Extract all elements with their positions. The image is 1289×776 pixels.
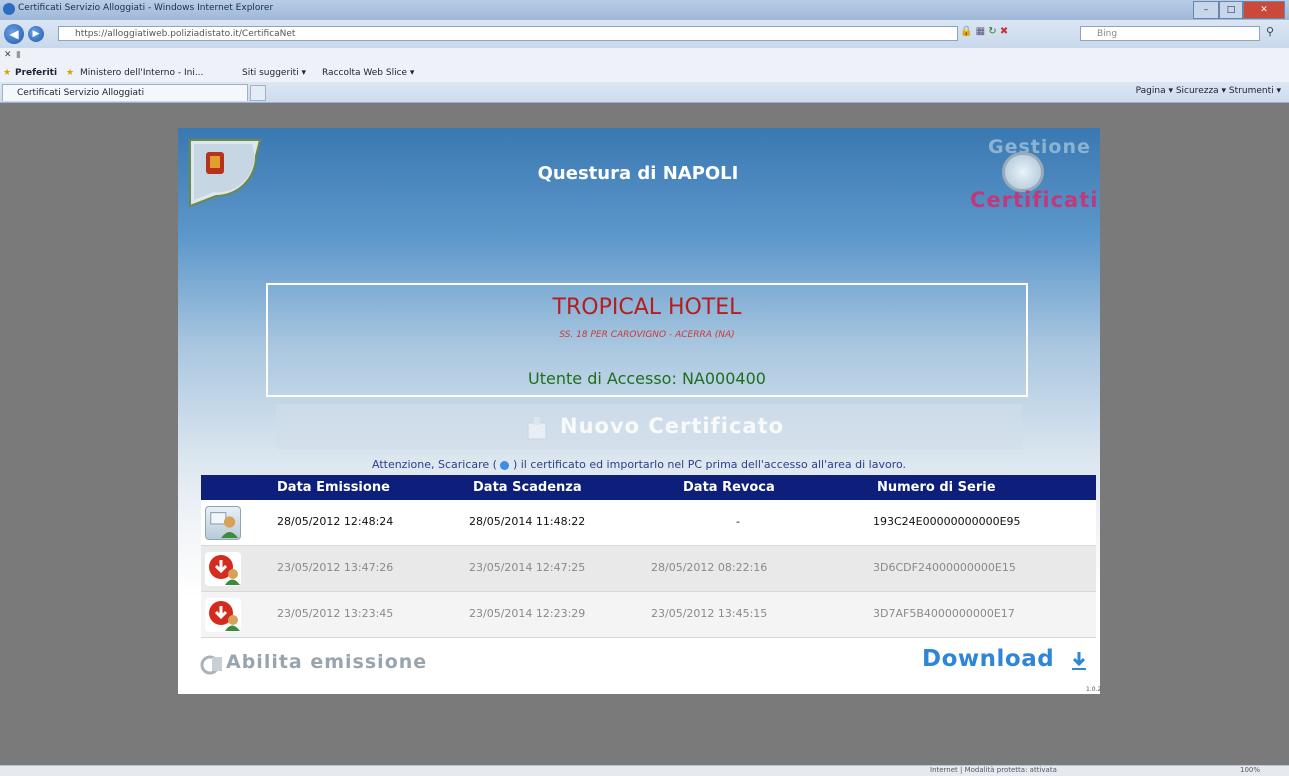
- enable-emission-button[interactable]: Abilita emissione: [226, 651, 427, 673]
- close-button[interactable]: ✕: [1243, 1, 1285, 19]
- cell-revocation: -: [736, 515, 740, 528]
- cell-serial: 3D6CDF24000000000E15: [873, 561, 1016, 574]
- cell-expiry: 28/05/2014 11:48:22: [469, 515, 586, 528]
- favorites-star-icon: ★: [3, 68, 12, 78]
- stop-icon[interactable]: ✖: [1000, 26, 1008, 37]
- address-tools: 🔒 ▦ ↻ ✖: [960, 26, 1060, 41]
- close-find-icon[interactable]: ✕: [4, 50, 12, 60]
- header-numero-serie: Numero di Serie: [877, 480, 996, 495]
- tab-label: Certificati Servizio Alloggiati: [17, 88, 145, 98]
- attention-text-before: Attenzione, Scaricare (: [371, 458, 497, 471]
- search-icon[interactable]: ⚲: [1266, 25, 1274, 38]
- page-tools-menu[interactable]: Pagina ▾ Sicurezza ▾ Strumenti ▾: [1136, 86, 1281, 96]
- attention-message: Attenzione, Scaricare ( ) il certificato…: [178, 458, 1100, 471]
- cell-emission: 23/05/2012 13:47:26: [277, 561, 394, 574]
- search-placeholder: Bing: [1097, 29, 1118, 39]
- cell-expiry: 23/05/2014 12:47:25: [469, 561, 586, 574]
- download-button[interactable]: Download: [922, 646, 1054, 672]
- revoked-icon[interactable]: [205, 598, 241, 632]
- magnifier-icon: [1002, 152, 1044, 192]
- header-data-scadenza: Data Scadenza: [473, 480, 582, 495]
- cell-emission: 23/05/2012 13:23:45: [277, 607, 394, 620]
- hotel-address: SS. 18 PER CAROVIGNO - ACERRA (NA): [559, 330, 735, 340]
- access-user: Utente di Accesso: NA000400: [528, 369, 766, 388]
- navigation-bar: ◀ ▶ https://alloggiatiweb.poliziadistato…: [0, 20, 1289, 48]
- cell-revocation: 28/05/2012 08:22:16: [651, 561, 768, 574]
- ie-logo-icon: [3, 3, 15, 15]
- version-label: 1.0.2: [1086, 686, 1102, 693]
- header-data-emissione: Data Emissione: [277, 480, 390, 495]
- forward-button[interactable]: ▶: [28, 26, 44, 42]
- back-button[interactable]: ◀: [4, 24, 24, 44]
- fav-link-ministero[interactable]: Ministero dell'Interno - Ini...: [80, 68, 203, 78]
- maximize-button[interactable]: □: [1219, 1, 1243, 19]
- revoked-icon[interactable]: [205, 552, 241, 586]
- cell-serial: 193C24E00000000000E95: [873, 515, 1021, 528]
- status-bar: Internet | Modalità protetta: attivata 1…: [0, 765, 1289, 776]
- security-zone[interactable]: Internet | Modalità protetta: attivata: [930, 766, 1057, 774]
- window-titlebar: Certificati Servizio Alloggiati - Window…: [0, 0, 1289, 20]
- url-text: https://alloggiatiweb.poliziadistato.it/…: [75, 29, 296, 39]
- certificates-table: Data Emissione Data Scadenza Data Revoca…: [201, 475, 1096, 638]
- cell-emission: 28/05/2012 12:48:24: [277, 515, 394, 528]
- page-title: Questura di NAPOLI: [537, 163, 739, 184]
- table-row[interactable]: 28/05/2012 12:48:24 28/05/2014 11:48:22 …: [201, 500, 1096, 546]
- favorites-button[interactable]: Preferiti: [15, 68, 57, 78]
- enable-emission-icon: [200, 655, 222, 675]
- download-arrow-icon[interactable]: [1070, 650, 1088, 672]
- convert-icon[interactable]: ▮: [16, 50, 21, 60]
- compatibility-icon[interactable]: ▦: [976, 26, 985, 37]
- table-header: Data Emissione Data Scadenza Data Revoca…: [201, 475, 1096, 500]
- refresh-icon[interactable]: ↻: [988, 26, 996, 37]
- window-title: Certificati Servizio Alloggiati - Window…: [18, 3, 274, 13]
- tab-certificati[interactable]: Certificati Servizio Alloggiati: [2, 84, 248, 101]
- header-data-revoca: Data Revoca: [683, 480, 775, 495]
- table-row[interactable]: 23/05/2012 13:23:45 23/05/2014 12:23:29 …: [201, 592, 1096, 638]
- cell-expiry: 23/05/2014 12:23:29: [469, 607, 586, 620]
- table-row[interactable]: 23/05/2012 13:47:26 23/05/2014 12:47:25 …: [201, 546, 1096, 592]
- tab-bar: Certificati Servizio Alloggiati Pagina ▾…: [0, 82, 1289, 103]
- lock-icon[interactable]: 🔒: [960, 26, 972, 37]
- fav-link-web-slice[interactable]: Raccolta Web Slice ▾: [322, 68, 414, 78]
- download-small-icon: [500, 460, 510, 470]
- new-tab-button[interactable]: [250, 85, 266, 101]
- logo-text-top: Gestione: [988, 136, 1091, 158]
- minimize-button[interactable]: –: [1193, 1, 1219, 19]
- fav-link-siti-suggeriti[interactable]: Siti suggeriti ▾: [242, 68, 306, 78]
- cell-revocation: 23/05/2012 13:45:15: [651, 607, 768, 620]
- new-certificate-icon: [527, 417, 547, 440]
- attention-text-after: ) il certificato ed importarlo nel PC pr…: [512, 458, 907, 471]
- logo-text-bottom: Certificati: [970, 188, 1099, 212]
- favorites-bar: ★ Preferiti ★ Ministero dell'Interno - I…: [0, 64, 1289, 83]
- police-emblem-icon: [189, 139, 262, 208]
- new-certificate-label: Nuovo Certificato: [560, 414, 785, 438]
- hotel-name: TROPICAL HOTEL: [552, 295, 742, 320]
- add-favorite-icon[interactable]: ★: [66, 68, 74, 78]
- address-bar[interactable]: https://alloggiatiweb.poliziadistato.it/…: [58, 26, 958, 41]
- zoom-level[interactable]: 100%: [1240, 766, 1260, 774]
- cell-serial: 3D7AF5B4000000000E17: [873, 607, 1015, 620]
- search-input[interactable]: Bing: [1080, 26, 1260, 41]
- command-bar: ✕ ▮: [0, 48, 1289, 65]
- window-controls: – □ ✕: [1193, 1, 1285, 19]
- certificate-icon[interactable]: [205, 506, 241, 540]
